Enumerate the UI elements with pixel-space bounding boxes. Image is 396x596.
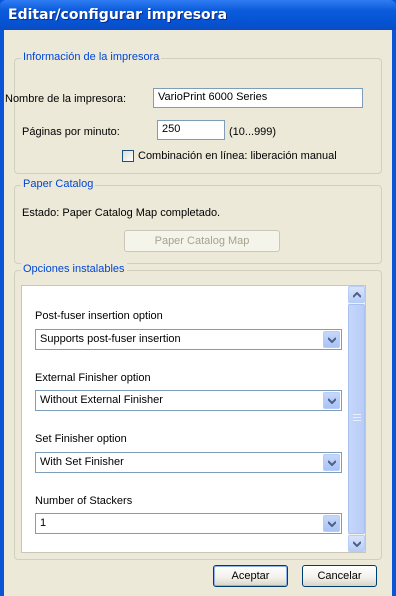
dialog-title: Editar/configurar impresora	[8, 7, 228, 23]
external-finisher-select-value: Without External Finisher	[40, 394, 163, 406]
pages-per-minute-field[interactable]: 250	[157, 120, 225, 140]
pages-per-minute-label: Páginas por minuto:	[22, 126, 120, 138]
accept-button[interactable]: Aceptar	[213, 565, 288, 587]
inline-finishing-label: Combinación en línea: liberación manual	[138, 150, 337, 162]
title-bar[interactable]: Editar/configurar impresora	[0, 0, 396, 30]
pages-per-minute-range: (10...999)	[229, 126, 277, 138]
number-of-stackers-select[interactable]: 1	[35, 513, 342, 534]
dialog-window: Editar/configurar impresora Información …	[0, 0, 396, 596]
paper-catalog-group: Paper Catalog	[14, 178, 382, 264]
chevron-down-icon[interactable]	[323, 392, 340, 409]
inline-finishing-checkbox[interactable]	[122, 150, 134, 162]
external-finisher-select[interactable]: Without External Finisher	[35, 390, 342, 411]
set-finisher-select-value: With Set Finisher	[40, 456, 124, 468]
chevron-down-icon[interactable]	[323, 454, 340, 471]
installable-options-panel[interactable]: Post-fuser insertion option Supports pos…	[21, 285, 366, 553]
scrollbar-thumb[interactable]	[348, 304, 365, 534]
option-label-number-of-stackers: Number of Stackers	[35, 495, 133, 507]
post-fuser-select[interactable]: Supports post-fuser insertion	[35, 329, 342, 350]
cancel-button[interactable]: Cancelar	[302, 565, 377, 587]
paper-catalog-status: Estado: Paper Catalog Map completado.	[22, 207, 221, 219]
option-label-set-finisher: Set Finisher option	[35, 433, 127, 445]
printer-name-label: Nombre de la impresora:	[5, 93, 127, 105]
chevron-down-icon[interactable]	[323, 331, 340, 348]
options-scrollbar[interactable]	[348, 286, 365, 552]
set-finisher-select[interactable]: With Set Finisher	[35, 452, 342, 473]
dialog-body: Información de la impresora Nombre de la…	[4, 30, 392, 596]
scroll-up-icon[interactable]	[348, 286, 365, 303]
paper-catalog-legend: Paper Catalog	[21, 178, 96, 190]
scroll-down-icon[interactable]	[348, 535, 365, 552]
option-label-post-fuser: Post-fuser insertion option	[35, 310, 163, 322]
number-of-stackers-select-value: 1	[40, 517, 47, 529]
printer-name-field[interactable]: VarioPrint 6000 Series	[153, 88, 363, 108]
chevron-down-icon[interactable]	[323, 515, 340, 532]
paper-catalog-map-button[interactable]: Paper Catalog Map	[124, 230, 280, 252]
installable-options-legend: Opciones instalables	[21, 263, 127, 275]
option-label-external-finisher: External Finisher option	[35, 372, 151, 384]
printer-info-legend: Información de la impresora	[21, 51, 162, 63]
post-fuser-select-value: Supports post-fuser insertion	[40, 333, 181, 345]
